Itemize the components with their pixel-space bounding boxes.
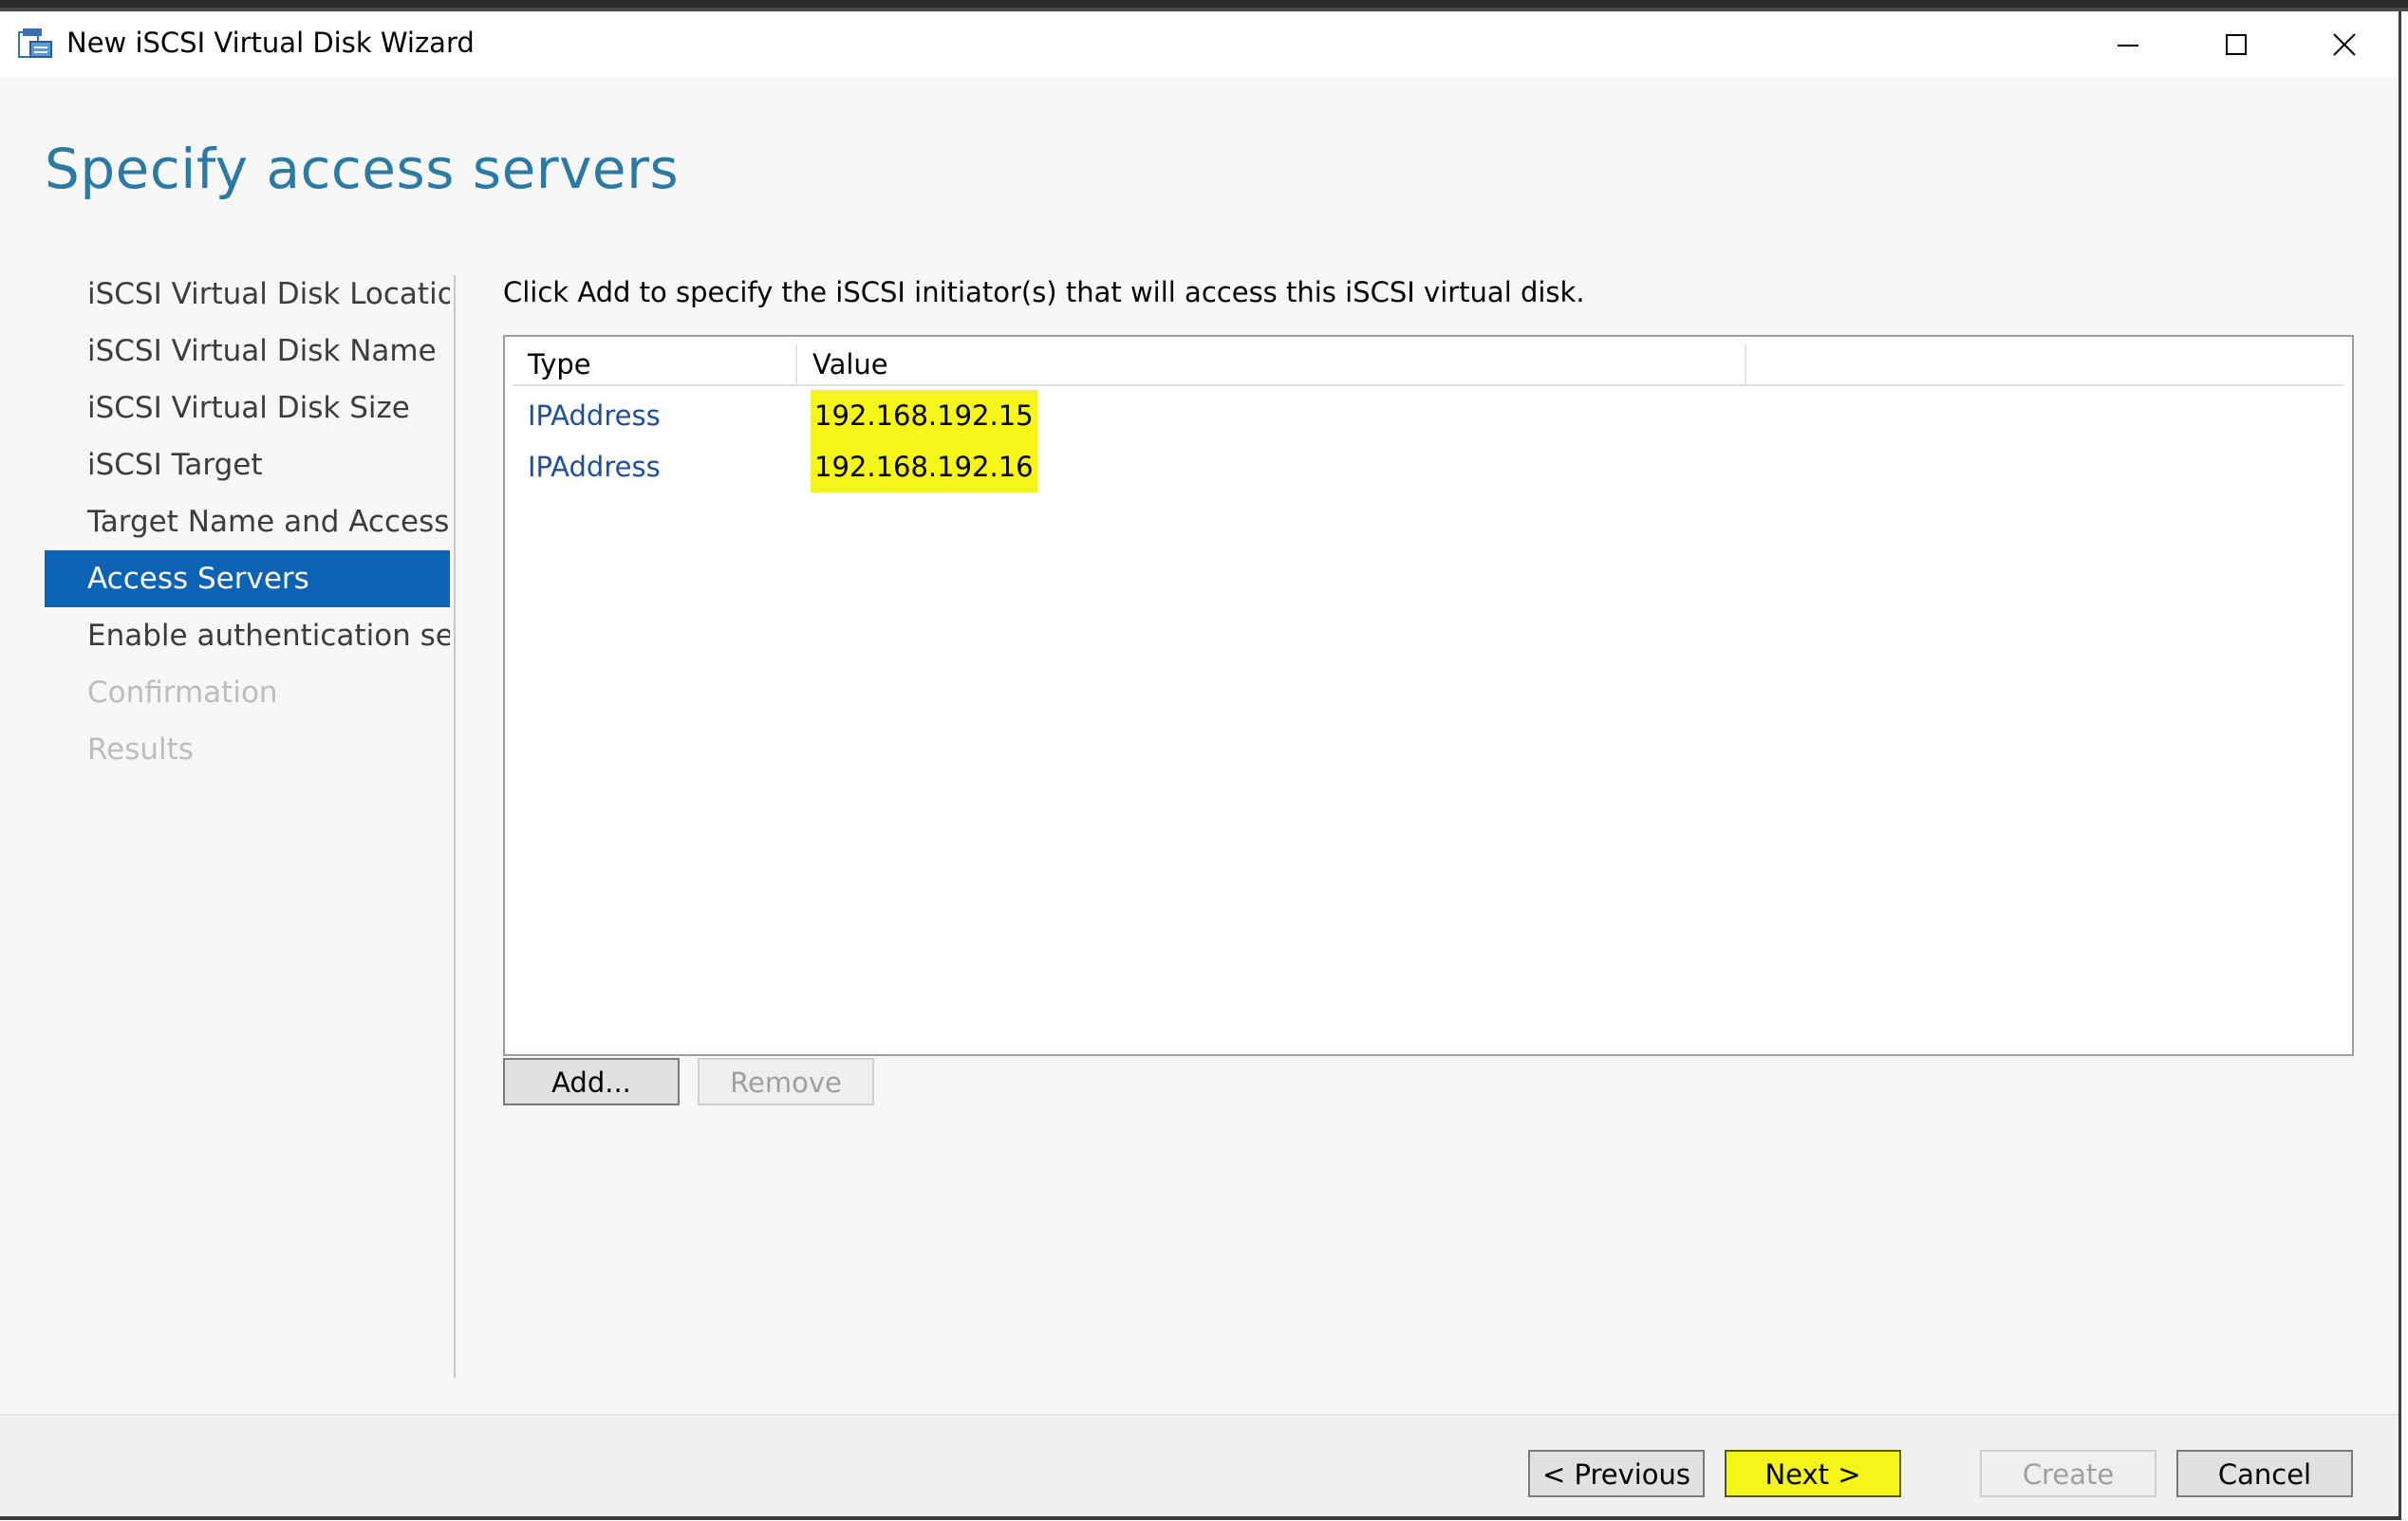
nav-item-target-name-access[interactable]: Target Name and Access xyxy=(45,493,450,550)
minimize-icon xyxy=(2118,45,2138,46)
table-row[interactable]: IPAddress 192.168.192.16 xyxy=(513,441,2344,492)
cell-value: 192.168.192.15 xyxy=(811,390,1037,441)
title-bar[interactable]: New iSCSI Virtual Disk Wizard xyxy=(0,11,2399,78)
close-icon xyxy=(2333,33,2356,56)
wizard-window: New iSCSI Virtual Disk Wizard Specify ac… xyxy=(0,11,2401,1520)
remove-button[interactable]: Remove xyxy=(698,1058,874,1105)
minimize-button[interactable] xyxy=(2075,11,2181,78)
cancel-button[interactable]: Cancel xyxy=(2176,1450,2353,1497)
add-button[interactable]: Add... xyxy=(503,1058,680,1105)
cell-value: 192.168.192.16 xyxy=(811,441,1037,492)
nav-item-iscsi-target[interactable]: iSCSI Target xyxy=(45,436,450,493)
initiators-list[interactable]: Type Value IPAddress 192.168.192.15 IPAd… xyxy=(503,335,2354,1056)
next-button[interactable]: Next > xyxy=(1725,1450,1901,1497)
screen: New iSCSI Virtual Disk Wizard Specify ac… xyxy=(0,0,2408,1521)
nav-item-confirmation: Confirmation xyxy=(87,676,278,710)
nav-item-access-servers[interactable]: Access Servers xyxy=(45,550,450,607)
maximize-icon xyxy=(2226,34,2247,55)
list-header: Type Value xyxy=(513,344,2344,386)
nav-divider xyxy=(454,275,456,1378)
window-bottom-border xyxy=(0,1516,2399,1520)
wizard-steps-nav: iSCSI Virtual Disk Location iSCSI Virtua… xyxy=(45,266,450,778)
create-button[interactable]: Create xyxy=(1980,1450,2156,1497)
window-title: New iSCSI Virtual Disk Wizard xyxy=(66,27,475,59)
wizard-footer: < Previous Next > Create Cancel xyxy=(0,1416,2399,1516)
page-title: Specify access servers xyxy=(45,137,680,201)
cell-type: IPAddress xyxy=(528,399,661,432)
iscsi-wizard-icon xyxy=(17,27,53,61)
maximize-button[interactable] xyxy=(2183,11,2289,78)
nav-item-disk-name[interactable]: iSCSI Virtual Disk Name xyxy=(45,323,450,380)
cell-type: IPAddress xyxy=(528,451,661,483)
nav-item-disk-size[interactable]: iSCSI Virtual Disk Size xyxy=(45,380,450,436)
previous-button[interactable]: < Previous xyxy=(1528,1450,1705,1497)
nav-item-disk-location[interactable]: iSCSI Virtual Disk Location xyxy=(45,266,450,323)
close-button[interactable] xyxy=(2291,11,2398,78)
nav-item-enable-authentication[interactable]: Enable authentication ser... xyxy=(45,607,450,664)
instruction-text: Click Add to specify the iSCSI initiator… xyxy=(503,276,1585,308)
column-header-type[interactable]: Type xyxy=(513,344,797,384)
nav-item-results: Results xyxy=(87,733,194,767)
column-header-empty[interactable] xyxy=(1746,344,2344,384)
column-header-value[interactable]: Value xyxy=(797,344,1746,384)
table-row[interactable]: IPAddress 192.168.192.15 xyxy=(513,390,2344,441)
background-window-strip xyxy=(0,0,2408,8)
